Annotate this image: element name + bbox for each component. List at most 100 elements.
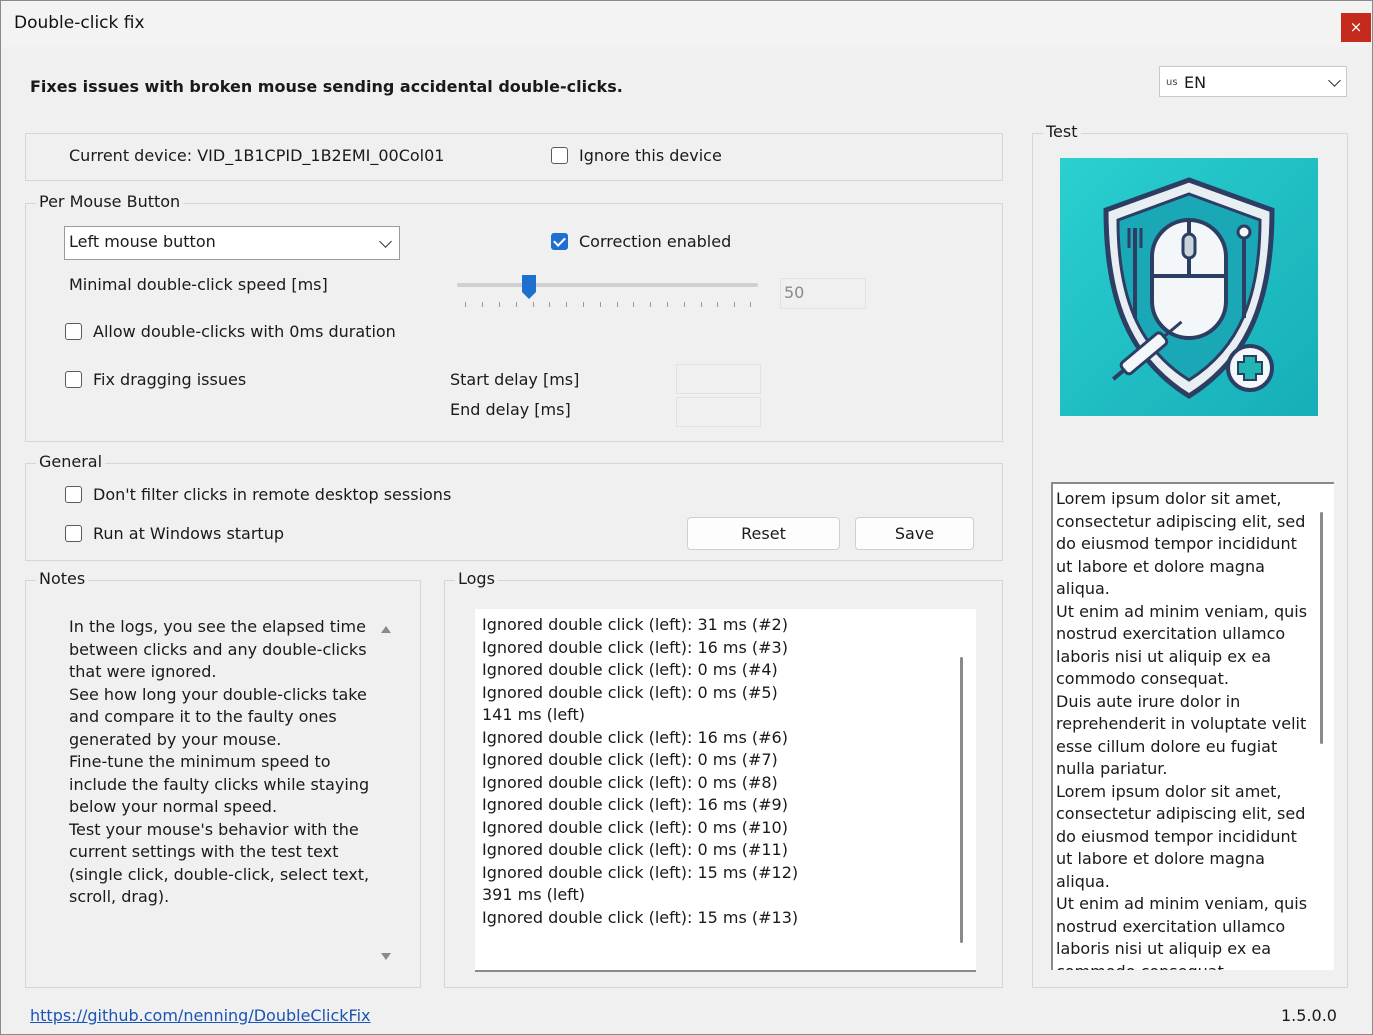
test-text-line: Lorem ipsum dolor sit amet, (1056, 781, 1282, 801)
fix-dragging-checkbox[interactable] (65, 371, 82, 388)
log-entry: Ignored double click (left): 0 ms (#8) (482, 772, 778, 792)
test-title: Test (1043, 122, 1081, 141)
notes-line: that were ignored. (69, 662, 217, 681)
correction-enabled-label[interactable]: Correction enabled (579, 232, 731, 251)
test-text-line: nostrud exercitation ullamco (1056, 916, 1286, 936)
test-text-line: do eiusmod tempor incididunt (1056, 534, 1297, 553)
notes-scrollbar[interactable] (378, 620, 394, 966)
ignore-device-label[interactable]: Ignore this device (579, 146, 722, 165)
notes-line: Fine-tune the minimum speed to (69, 752, 331, 771)
test-text-line: commodo consequat. (1056, 669, 1229, 688)
notes-text: In the logs, you see the elapsed time bet… (69, 616, 374, 976)
test-text-line: laboris nisi ut aliquip ex ea (1056, 646, 1272, 666)
test-text-line: commodo consequat. (1056, 961, 1311, 971)
notes-line: See how long your double-clicks take (69, 684, 367, 704)
test-text-line: consectetur adipiscing elit, sed (1056, 804, 1306, 823)
log-entry: Ignored double click (left): 31 ms (#2) (482, 615, 788, 634)
version-label: 1.5.0.0 (1281, 1006, 1337, 1025)
log-entry: Ignored double click (left): 0 ms (#11) (482, 840, 788, 859)
github-link[interactable]: https://github.com/nenning/DoubleClickFi… (30, 1006, 370, 1025)
logs-list[interactable]: Ignored double click (left): 31 ms (#2) I… (475, 609, 976, 972)
startup-checkbox[interactable] (65, 525, 82, 542)
mouse-button-select-value: Left mouse button (69, 232, 216, 251)
notes-line: below your normal speed. (69, 797, 278, 816)
chevron-down-icon (1328, 74, 1341, 87)
test-text-line: consectetur adipiscing elit, sed (1056, 511, 1306, 531)
log-entry: Ignored double click (left): 15 ms (#13) (482, 907, 799, 927)
test-text-line: aliqua. (1056, 871, 1110, 891)
min-speed-label: Minimal double-click speed [ms] (69, 275, 328, 294)
correction-enabled-checkbox[interactable] (551, 233, 568, 250)
notes-line: and compare it to the faulty ones (69, 707, 337, 726)
log-entry: 141 ms (left) (482, 705, 586, 724)
close-button[interactable]: × (1341, 13, 1371, 42)
test-text-line: Ut enim ad minim veniam, quis (1056, 601, 1308, 621)
log-entry: 391 ms (left) (482, 885, 586, 904)
start-delay-field[interactable] (676, 364, 761, 394)
reset-button[interactable]: Reset (687, 517, 840, 550)
allow-zero-checkbox[interactable] (65, 323, 82, 340)
test-text-line: Ut enim ad minim veniam, quis (1056, 894, 1308, 913)
remote-desktop-checkbox[interactable] (65, 486, 82, 503)
log-entry: Ignored double click (left): 16 ms (#9) (482, 795, 788, 814)
flag-icon: us (1166, 77, 1178, 88)
current-device-label: Current device: VID_1B1CPID_1B2EMI_00Col… (69, 146, 445, 165)
app-heading: Fixes issues with broken mouse sending a… (30, 77, 623, 96)
startup-label[interactable]: Run at Windows startup (93, 524, 284, 543)
notes-line: Test your mouse's behavior with the (69, 819, 359, 839)
log-entry: Ignored double click (left): 16 ms (#6) (482, 727, 788, 747)
language-select[interactable]: us EN (1159, 66, 1347, 97)
remote-desktop-label[interactable]: Don't filter clicks in remote desktop se… (93, 485, 451, 504)
ignore-device-checkbox[interactable] (551, 147, 568, 164)
general-title: General (36, 452, 106, 471)
speed-slider-thumb[interactable] (521, 274, 537, 300)
notes-line: between clicks and any double-clicks (69, 639, 367, 659)
title-bar: Double-click fix (1, 1, 1372, 47)
test-text-line: ut labore et dolore magna (1056, 849, 1265, 868)
notes-line: current settings with the test text (69, 842, 339, 861)
test-text-line: nulla pariatur. (1056, 759, 1168, 778)
notes-line: In the logs, you see the elapsed time (69, 617, 366, 636)
test-text-line: nostrud exercitation ullamco (1056, 624, 1286, 643)
test-textarea[interactable]: Lorem ipsum dolor sit amet, consectetur a… (1051, 482, 1334, 970)
logs-lines: Ignored double click (left): 31 ms (#2) I… (482, 614, 942, 929)
close-icon[interactable]: × (1350, 18, 1363, 36)
notes-line: (single click, double-click, select text… (69, 864, 370, 884)
notes-line: scroll, drag). (69, 887, 170, 906)
log-entry: Ignored double click (left): 0 ms (#4) (482, 660, 778, 679)
window-title: Double-click fix (14, 13, 145, 33)
test-text-line: reprehenderit in voluptate velit (1056, 714, 1307, 733)
log-entry: Ignored double click (left): 0 ms (#5) (482, 682, 778, 702)
speed-slider-track[interactable] (457, 283, 758, 287)
allow-zero-label[interactable]: Allow double-clicks with 0ms duration (93, 322, 396, 341)
log-entry: Ignored double click (left): 15 ms (#12) (482, 862, 799, 882)
notes-title: Notes (36, 569, 89, 588)
notes-line: include the faulty clicks while staying (69, 774, 370, 794)
end-delay-label: End delay [ms] (450, 400, 571, 419)
mouse-button-select[interactable]: Left mouse button (64, 226, 400, 260)
logs-title: Logs (455, 569, 498, 588)
log-entry: Ignored double click (left): 16 ms (#3) (482, 637, 788, 657)
log-entry: Ignored double click (left): 0 ms (#10) (482, 817, 788, 837)
end-delay-field[interactable] (676, 397, 761, 427)
test-text-line: do eiusmod tempor incididunt (1056, 826, 1297, 846)
language-value: EN (1184, 73, 1207, 92)
start-delay-label: Start delay [ms] (450, 370, 580, 389)
speed-value-field[interactable]: 50 (780, 278, 866, 309)
test-text-line: aliqua. (1056, 579, 1110, 598)
test-scrollbar-thumb[interactable] (1320, 512, 1323, 744)
notes-line: generated by your mouse. (69, 729, 282, 749)
logs-scrollbar-thumb[interactable] (960, 657, 963, 943)
test-text-line: Lorem ipsum dolor sit amet, (1056, 489, 1282, 508)
test-text-line: laboris nisi ut aliquip ex ea (1056, 939, 1272, 958)
save-button[interactable]: Save (855, 517, 974, 550)
per-mouse-button-title: Per Mouse Button (36, 192, 184, 211)
test-text-line: esse cillum dolore eu fugiat (1056, 736, 1278, 756)
fix-dragging-label[interactable]: Fix dragging issues (93, 370, 246, 389)
test-text: Lorem ipsum dolor sit amet, consectetur a… (1056, 488, 1311, 970)
log-entry: Ignored double click (left): 0 ms (#7) (482, 750, 778, 769)
chevron-down-icon (379, 235, 392, 248)
test-text-line: Duis aute irure dolor in (1056, 691, 1241, 711)
shield-mouse-icon (1060, 158, 1318, 416)
test-text-line: ut labore et dolore magna (1056, 556, 1265, 576)
